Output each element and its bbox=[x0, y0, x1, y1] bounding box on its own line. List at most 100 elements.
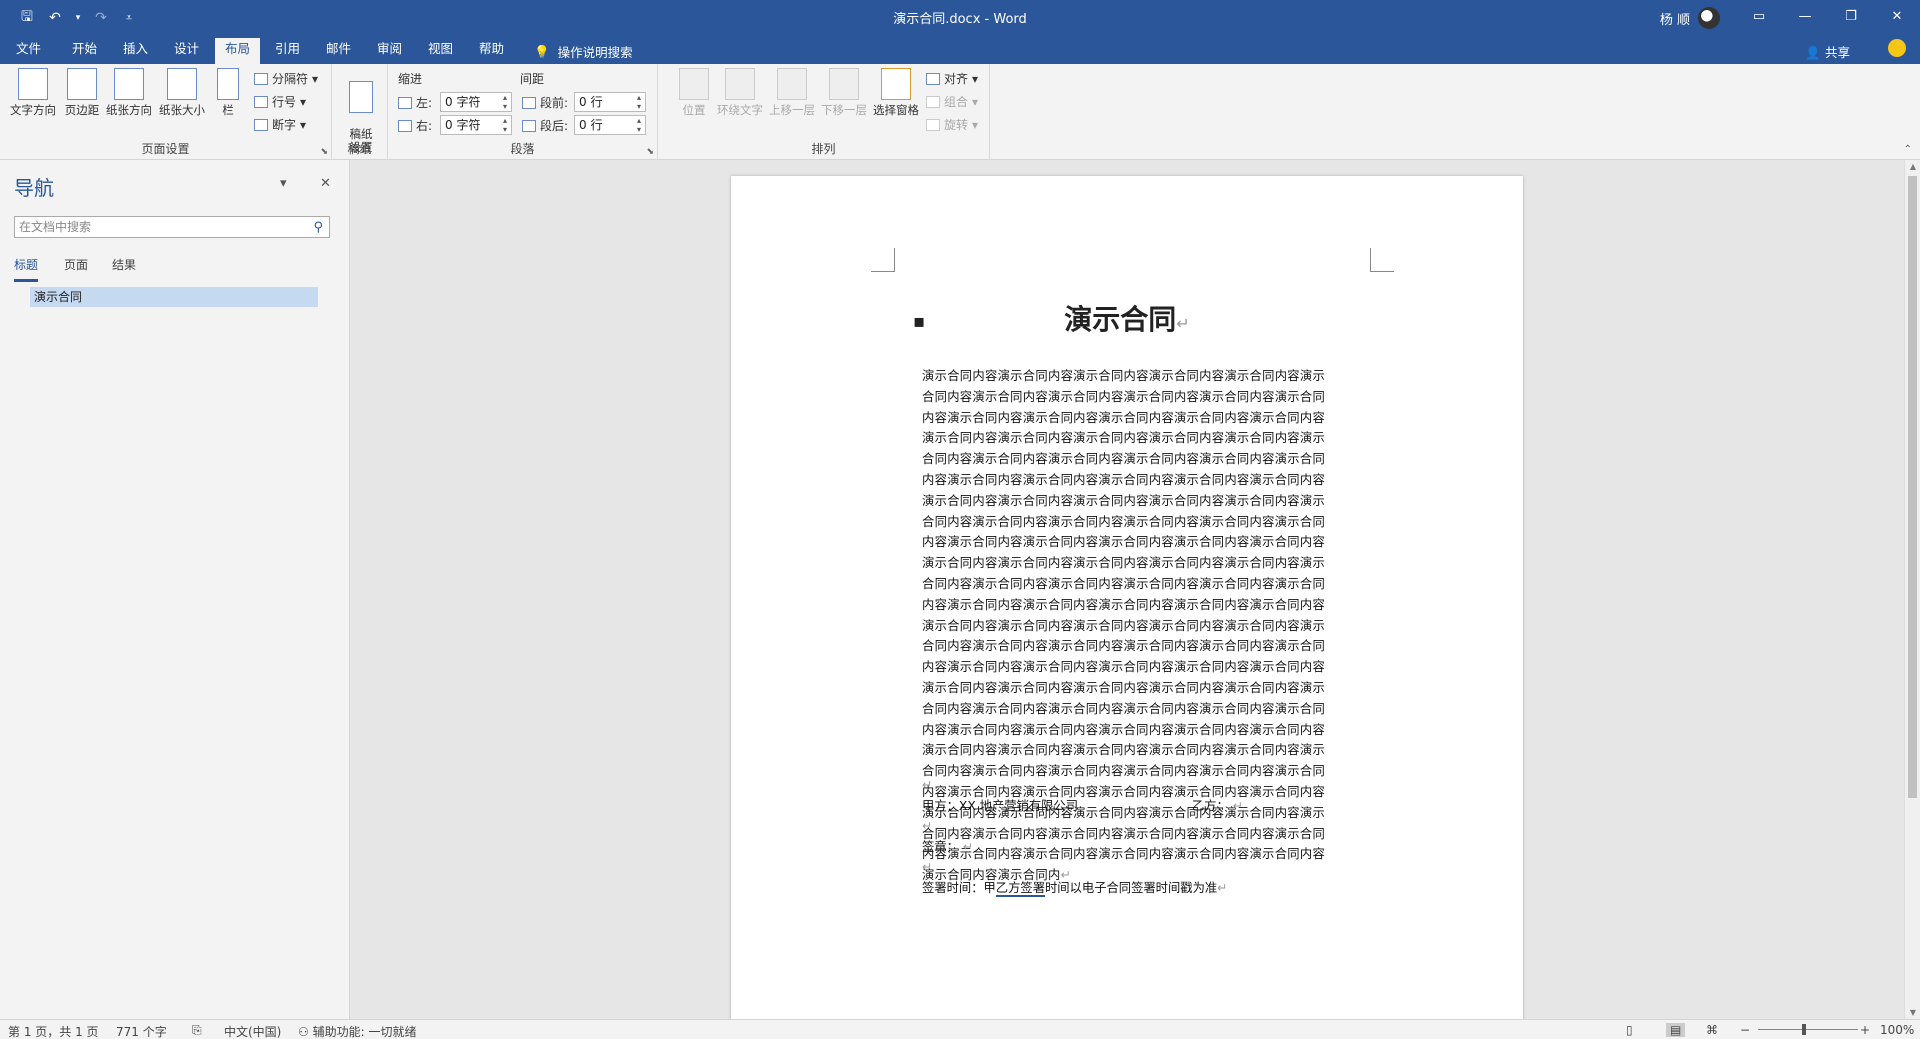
tab-insert[interactable]: 插入 bbox=[113, 38, 158, 64]
indent-right-input[interactable]: 0 字符 bbox=[440, 115, 512, 135]
collapse-ribbon-icon[interactable]: ⌃ bbox=[1904, 144, 1912, 155]
send-backward-label: 下移一层 bbox=[821, 103, 867, 117]
avatar[interactable] bbox=[1698, 7, 1720, 29]
columns-button[interactable]: 栏 bbox=[214, 68, 242, 118]
spacing-before-input[interactable]: 0 行 bbox=[574, 92, 646, 112]
zoom-level[interactable]: 100% bbox=[1880, 1023, 1914, 1037]
indent-left-input[interactable]: 0 字符 bbox=[440, 92, 512, 112]
ribbon: 文字方向 页边距 纸张方向 纸张大小 栏 分隔符 ▾ 行号 ▾ 断字 ▾ 页面设置 ⬊… bbox=[0, 64, 1920, 160]
spacing-after-input[interactable]: 0 行 bbox=[574, 115, 646, 135]
heading-text: 演示合同 bbox=[1064, 303, 1177, 336]
tab-design[interactable]: 设计 bbox=[164, 38, 209, 64]
document-area[interactable]: ▪ 演示合同↵ 演示合同内容演示合同内容演示合同内容演示合同内容演示合同内容演示… bbox=[351, 160, 1904, 1019]
page-count[interactable]: 第 1 页，共 1 页 bbox=[8, 1023, 99, 1039]
spacing-before-icon bbox=[522, 96, 536, 109]
restore-icon[interactable]: ❐ bbox=[1828, 0, 1874, 32]
nav-options-icon[interactable]: ▾ bbox=[280, 176, 287, 191]
tab-review[interactable]: 审阅 bbox=[367, 38, 412, 64]
rotate-button[interactable]: 旋转 ▾ bbox=[926, 116, 978, 133]
columns-icon bbox=[217, 68, 239, 100]
tab-mailings[interactable]: 邮件 bbox=[316, 38, 361, 64]
language-indicator[interactable]: 中文(中国) bbox=[224, 1023, 281, 1039]
print-layout-icon[interactable]: ▤ bbox=[1666, 1023, 1686, 1037]
navigation-pane: 导航 ▾ ✕ 在文档中搜索 ⚲ 标题 页面 结果 演示合同 bbox=[0, 160, 350, 1019]
tab-home[interactable]: 开始 bbox=[62, 38, 107, 64]
web-layout-icon[interactable]: ⌘ bbox=[1706, 1023, 1718, 1037]
bring-forward-button[interactable]: 上移一层 bbox=[766, 68, 818, 118]
tab-help[interactable]: 帮助 bbox=[469, 38, 514, 64]
position-button[interactable]: 位置 bbox=[676, 68, 712, 118]
group-label: 组合 bbox=[944, 95, 969, 109]
paragraph-mark: ↵ bbox=[962, 840, 974, 854]
tab-view[interactable]: 视图 bbox=[418, 38, 463, 64]
wrap-text-label: 环绕文字 bbox=[717, 103, 763, 117]
empty-paragraph: ↵ bbox=[922, 860, 933, 874]
manuscript-label: 稿纸 bbox=[347, 142, 372, 156]
text-direction-label: 文字方向 bbox=[10, 103, 56, 117]
party-line[interactable]: 甲方：XX 地产营销有限公司 乙方： ↵ bbox=[922, 796, 1243, 814]
close-icon[interactable]: ✕ bbox=[1874, 0, 1920, 32]
group-button[interactable]: 组合 ▾ bbox=[926, 93, 978, 110]
nav-title: 导航 bbox=[14, 176, 54, 200]
sign-time-line[interactable]: 签署时间：甲乙方签署时间以电子合同签署时间戳为准↵ bbox=[922, 878, 1227, 897]
spacing-header: 间距 bbox=[520, 72, 545, 86]
zoom-in-icon[interactable]: + bbox=[1860, 1023, 1870, 1037]
align-button[interactable]: 对齐 ▾ bbox=[926, 70, 978, 87]
nav-tab-headings[interactable]: 标题 bbox=[14, 256, 39, 282]
crop-mark bbox=[1370, 248, 1394, 272]
seal-line[interactable]: 签章： ↵ bbox=[922, 837, 973, 855]
word-count[interactable]: 771 个字 bbox=[116, 1023, 167, 1039]
tab-references[interactable]: 引用 bbox=[265, 38, 310, 64]
user-account[interactable]: 杨 顺 bbox=[1660, 7, 1720, 29]
send-backward-button[interactable]: 下移一层 bbox=[818, 68, 870, 118]
accessibility-icon: ⚇ bbox=[298, 1025, 309, 1039]
wrap-text-button[interactable]: 环绕文字 bbox=[714, 68, 766, 118]
vertical-scrollbar[interactable]: ▲ ▼ bbox=[1904, 160, 1920, 1019]
margins-button[interactable]: 页边距 bbox=[62, 68, 102, 118]
hyphenation-button[interactable]: 断字 ▾ bbox=[254, 116, 306, 133]
manuscript-group: 稿纸 设置 稿纸 bbox=[332, 64, 388, 160]
ribbon-display-icon[interactable]: ▭ bbox=[1736, 0, 1782, 32]
nav-heading-item[interactable]: 演示合同 bbox=[30, 287, 318, 307]
scroll-down-icon[interactable]: ▼ bbox=[1905, 1008, 1920, 1017]
text-direction-button[interactable]: 文字方向 bbox=[8, 68, 58, 118]
scroll-up-icon[interactable]: ▲ bbox=[1905, 162, 1920, 171]
tell-me-search[interactable]: 💡 操作说明搜索 bbox=[534, 42, 633, 61]
orientation-button[interactable]: 纸张方向 bbox=[104, 68, 154, 118]
accessibility-status[interactable]: ⚇ 辅助功能: 一切就绪 bbox=[298, 1023, 416, 1039]
indent-left-text: 左: bbox=[416, 96, 433, 110]
size-button[interactable]: 纸张大小 bbox=[156, 68, 208, 118]
indent-right-icon bbox=[398, 119, 412, 132]
read-mode-icon[interactable]: ▯ bbox=[1626, 1023, 1633, 1037]
nav-tab-results[interactable]: 结果 bbox=[112, 256, 136, 279]
zoom-slider-thumb[interactable] bbox=[1802, 1024, 1806, 1035]
nav-search-input[interactable]: 在文档中搜索 ⚲ bbox=[14, 216, 330, 238]
spacing-before-text: 段前: bbox=[540, 96, 569, 110]
zoom-out-icon[interactable]: − bbox=[1740, 1023, 1750, 1037]
position-icon bbox=[679, 68, 709, 100]
nav-tab-pages[interactable]: 页面 bbox=[64, 256, 88, 279]
share-button[interactable]: 👤 共享 bbox=[1805, 42, 1850, 61]
minimize-icon[interactable]: — bbox=[1782, 0, 1828, 32]
scroll-thumb[interactable] bbox=[1908, 176, 1917, 798]
orientation-icon bbox=[114, 68, 144, 100]
text-direction-icon bbox=[18, 68, 48, 100]
selection-pane-icon bbox=[881, 68, 911, 100]
document-page[interactable]: ▪ 演示合同↵ 演示合同内容演示合同内容演示合同内容演示合同内容演示合同内容演示… bbox=[731, 176, 1523, 1019]
page-setup-launcher-icon[interactable]: ⬊ bbox=[320, 147, 328, 157]
tab-layout[interactable]: 布局 bbox=[215, 38, 261, 64]
seal-text: 签章： bbox=[922, 840, 959, 854]
zoom-slider[interactable] bbox=[1758, 1029, 1858, 1030]
tab-file[interactable]: 文件 bbox=[6, 38, 51, 64]
search-icon[interactable]: ⚲ bbox=[313, 218, 323, 238]
proofing-icon[interactable]: ⎘ bbox=[192, 1023, 202, 1038]
selection-pane-button[interactable]: 选择窗格 bbox=[870, 68, 922, 118]
document-heading[interactable]: 演示合同↵ bbox=[731, 298, 1523, 338]
margins-label: 页边距 bbox=[64, 103, 100, 117]
feedback-smiley-icon[interactable] bbox=[1888, 39, 1906, 57]
line-numbers-button[interactable]: 行号 ▾ bbox=[254, 93, 306, 110]
party-b-text: 乙方： bbox=[1191, 799, 1229, 813]
paragraph-launcher-icon[interactable]: ⬊ bbox=[646, 147, 654, 157]
nav-close-icon[interactable]: ✕ bbox=[320, 176, 331, 191]
breaks-button[interactable]: 分隔符 ▾ bbox=[254, 70, 318, 87]
